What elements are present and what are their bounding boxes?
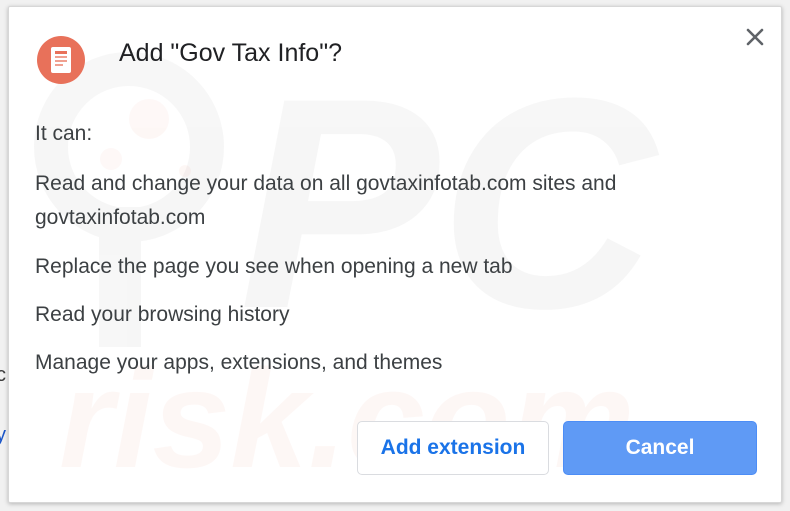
add-extension-button[interactable]: Add extension xyxy=(357,421,549,475)
close-button[interactable] xyxy=(739,21,771,53)
dialog-title: Add "Gov Tax Info"? xyxy=(119,39,342,67)
close-icon xyxy=(746,28,764,46)
permission-item: Read your browsing history xyxy=(35,303,290,326)
background-page-text: c xyxy=(0,364,6,386)
permission-item: Replace the page you see when opening a … xyxy=(35,255,513,278)
document-extension-icon xyxy=(37,36,85,84)
background-page-link[interactable]: y xyxy=(0,424,6,447)
permissions-intro: It can: xyxy=(35,122,93,145)
add-extension-dialog: PC risk.com Add "Gov Tax Info"? It can: … xyxy=(8,6,782,503)
permission-item: Manage your apps, extensions, and themes xyxy=(35,351,443,374)
permission-item: Read and change your data on all govtaxi… xyxy=(35,172,617,229)
cancel-button[interactable]: Cancel xyxy=(563,421,757,475)
